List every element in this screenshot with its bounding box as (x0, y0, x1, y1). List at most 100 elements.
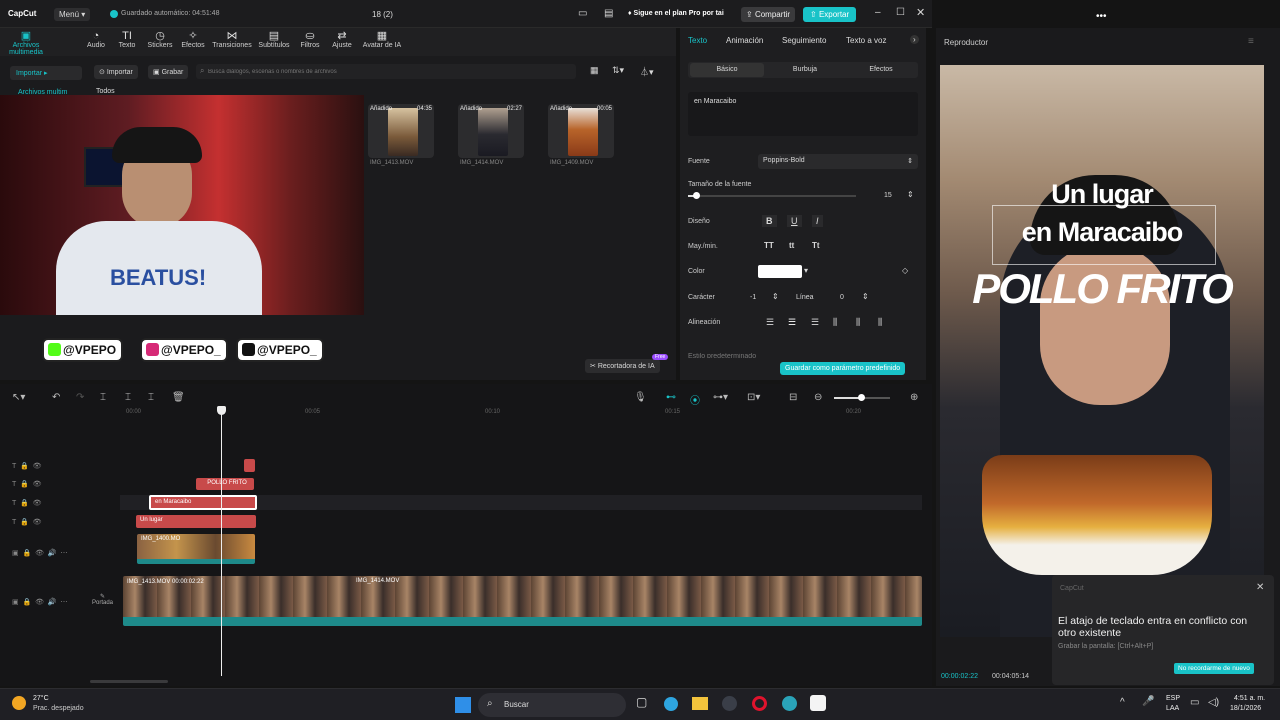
notification-close-icon[interactable]: ✕ (1256, 582, 1264, 593)
font-size-slider[interactable] (688, 192, 856, 199)
align-center-icon[interactable]: ☰ (788, 317, 796, 328)
weather-text[interactable]: Prac. despejado (33, 705, 84, 712)
font-select[interactable]: Poppins-Bold ⇕ (758, 154, 918, 169)
mic-tray-icon[interactable]: 🎤 (1142, 696, 1154, 707)
browser-icon[interactable] (782, 696, 797, 711)
tray-chevron-icon[interactable]: ^ (1120, 697, 1125, 708)
trim-right-icon[interactable]: ⌶ (148, 392, 154, 403)
video-preview[interactable]: Un lugar en Maracaibo POLLO FRITO (940, 65, 1264, 637)
align-left-icon[interactable]: ☰ (766, 317, 774, 328)
titlecase-button[interactable]: Tt (812, 241, 820, 250)
steam-icon[interactable] (722, 696, 737, 711)
align-top-icon[interactable]: ⫼ (833, 317, 837, 328)
tool-filters[interactable]: ⛀ Filtros (292, 30, 328, 49)
zoom-in-icon[interactable]: ⊕ (910, 392, 918, 403)
tabs-scroll-icon[interactable]: › (910, 35, 919, 44)
language-2[interactable]: LAA (1166, 705, 1179, 712)
export-button[interactable]: ⇧ Exportar (803, 7, 857, 22)
uppercase-button[interactable]: TT (764, 241, 774, 250)
subtab-basico[interactable]: Básico (690, 63, 764, 77)
tab-texto[interactable]: Texto (688, 36, 707, 45)
playhead-handle[interactable] (217, 406, 226, 415)
menu-button[interactable]: Menú ▾ (54, 8, 91, 21)
ai-recorder-button[interactable]: ✂ Recortadora de IA (585, 359, 660, 373)
text-clip-pollo[interactable]: POLLO FRITO (196, 478, 254, 490)
zoom-out-icon[interactable]: ⊖ (814, 392, 822, 403)
grid-view-icon[interactable]: ▦ (590, 65, 599, 76)
slider-handle[interactable] (693, 192, 701, 199)
windows-start-icon[interactable] (455, 697, 471, 713)
player-menu-icon[interactable]: ≡ (1248, 36, 1254, 47)
select-tool-icon[interactable]: ↖▾ (12, 392, 25, 403)
network-icon[interactable]: ▭ (1190, 697, 1199, 708)
font-size-value[interactable]: 15 (884, 192, 892, 199)
cover-button[interactable]: ✎ Portada (92, 593, 113, 606)
align-middle-icon[interactable]: ⫼ (856, 317, 860, 328)
bold-button[interactable]: B (762, 215, 777, 227)
clock-time[interactable]: 4:51 a. m. (1234, 695, 1265, 702)
tool-stickers[interactable]: ◷ Stickers (142, 30, 178, 49)
redo-icon[interactable]: ↷ (76, 392, 84, 403)
tab-seguimiento[interactable]: Seguimiento (782, 36, 826, 45)
lowercase-button[interactable]: tt (789, 241, 794, 250)
taskbar-search[interactable]: ⌕ Buscar (478, 693, 626, 717)
tab-texto-a-voz[interactable]: Texto a voz (846, 36, 886, 45)
file-explorer-icon[interactable] (692, 697, 708, 710)
split-icon[interactable]: ⌶ (100, 392, 106, 403)
close-icon[interactable]: ✕ (916, 6, 925, 19)
preview-axis-icon[interactable]: ⊡▾ (747, 392, 760, 403)
search-input[interactable] (208, 66, 568, 77)
tool-effects[interactable]: ✧ Efectos (175, 30, 211, 49)
language-1[interactable]: ESP (1166, 695, 1180, 702)
link-icon[interactable]: ⊷ (666, 392, 676, 403)
library-search[interactable]: ⌕ (196, 64, 576, 79)
volume-icon[interactable]: ◁) (1208, 697, 1219, 708)
text-clip-small[interactable] (244, 459, 255, 472)
tool-text[interactable]: TI Texto (109, 30, 145, 49)
telegram-icon[interactable] (664, 697, 678, 711)
color-swatch[interactable] (758, 265, 802, 278)
mic-icon[interactable]: 🎙 (634, 392, 647, 403)
tool-transitions[interactable]: ⋈ Transiciones (212, 30, 252, 49)
underline-button[interactable]: U (787, 215, 802, 227)
align-bottom-icon[interactable]: ⫼ (878, 317, 882, 328)
caption-selection-box[interactable] (992, 205, 1216, 265)
maximize-icon[interactable]: ☐ (896, 7, 905, 18)
timeline-scrollbar[interactable] (90, 680, 168, 683)
snap-icon[interactable]: ⊶▾ (713, 392, 728, 403)
pro-plan-link[interactable]: ♦ Sigue en el plan Pro por tai (628, 10, 724, 17)
media-item[interactable]: Añadido 04:35 (368, 104, 434, 158)
shortcut-icon[interactable]: ▤ (604, 8, 613, 19)
save-default-button[interactable]: Guardar como parámetro predefinido (780, 362, 906, 375)
caption-main[interactable]: POLLO FRITO (940, 265, 1264, 313)
more-dots-icon[interactable]: ••• (1096, 11, 1107, 22)
font-size-stepper-icon[interactable]: ⇕ (907, 190, 914, 199)
playhead[interactable] (221, 406, 222, 676)
import-dropdown[interactable]: Importar ▸ (10, 66, 82, 80)
clock-date[interactable]: 18/1/2026 (1230, 705, 1261, 712)
tool-avatar[interactable]: ▦ Avatar de IA (360, 30, 404, 49)
delete-icon[interactable]: 🗑 (172, 392, 185, 403)
main-video-clip-b[interactable]: IMG_1414.MOV (352, 576, 432, 588)
weather-icon[interactable] (12, 696, 26, 710)
slider-handle[interactable] (858, 394, 865, 401)
tab-animacion[interactable]: Animación (726, 36, 763, 45)
opera-icon[interactable] (752, 696, 767, 711)
tool-media[interactable]: ▣ Archivos multimedia (6, 30, 46, 56)
fit-icon[interactable]: ⊟ (789, 392, 797, 403)
magnet-icon[interactable]: ⦿ (690, 392, 700, 407)
layout-icon[interactable]: ▭ (578, 8, 587, 19)
align-right-icon[interactable]: ☰ (811, 317, 819, 328)
tab-import[interactable]: ⊙ Importar (94, 65, 138, 79)
trim-left-icon[interactable]: ⌶ (125, 392, 131, 403)
char-spacing-value[interactable]: -1 (750, 294, 756, 301)
text-clip-lugar[interactable]: Un lugar (136, 515, 256, 528)
tool-adjust[interactable]: ⇄ Ajuste (324, 30, 360, 49)
line-stepper-icon[interactable]: ⇕ (862, 292, 869, 301)
subtab-efectos[interactable]: Efectos (844, 66, 918, 73)
main-video-clip[interactable]: IMG_1413.MOV 00:00:02:22 (123, 576, 922, 626)
zoom-slider[interactable] (834, 394, 890, 401)
char-stepper-icon[interactable]: ⇕ (772, 292, 779, 301)
sort-icon[interactable]: ⇅▾ (612, 65, 624, 76)
minimize-icon[interactable]: – (875, 7, 881, 18)
